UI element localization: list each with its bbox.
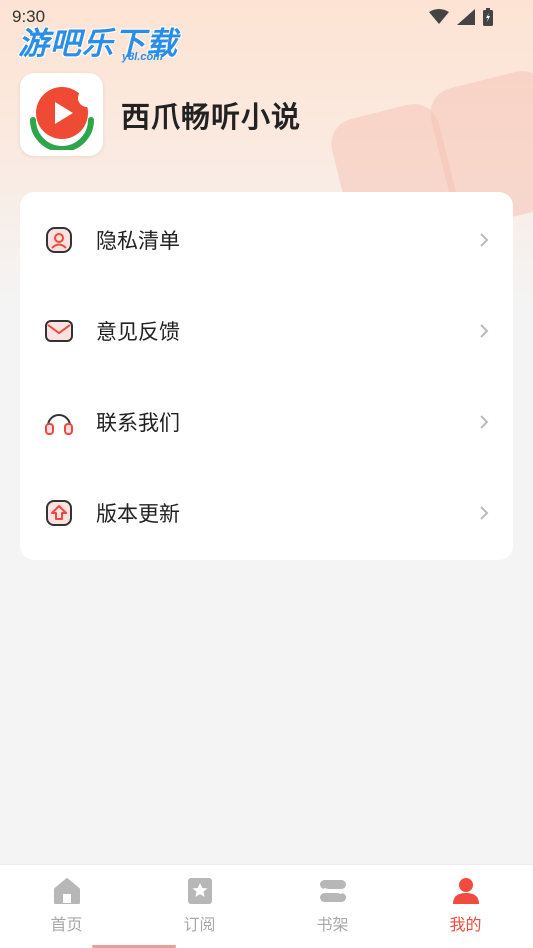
bookshelf-icon — [319, 880, 346, 902]
update-arrow-icon — [46, 499, 72, 526]
menu-label: 版本更新 — [96, 501, 180, 526]
settings-menu-card: 隐私清单 意见反馈 联系我们 版本更新 — [20, 192, 513, 560]
signal-icon — [457, 9, 475, 25]
profile-icon — [452, 878, 479, 904]
nav-label: 订阅 — [183, 915, 216, 934]
menu-item-feedback[interactable]: 意见反馈 — [20, 285, 513, 376]
privacy-list-icon — [46, 226, 72, 253]
nav-tab-mine[interactable]: 我的 — [399, 865, 532, 948]
menu-item-privacy-list[interactable]: 隐私清单 — [20, 194, 513, 285]
bottom-navigation: 首页 订阅 书架 我的 — [0, 864, 533, 948]
app-header: 西爪畅听小说 — [20, 73, 301, 156]
nav-label: 我的 — [449, 915, 482, 934]
app-name: 西爪畅听小说 — [121, 99, 302, 134]
app-logo — [20, 73, 103, 156]
menu-item-version-update[interactable]: 版本更新 — [20, 467, 513, 558]
battery-icon — [483, 8, 493, 26]
chevron-right-icon — [480, 505, 489, 520]
nav-tab-bookshelf[interactable]: 书架 — [266, 865, 399, 948]
menu-label: 隐私清单 — [96, 228, 180, 253]
menu-label: 联系我们 — [96, 410, 180, 435]
watermark-domain: y8l.com — [122, 51, 163, 63]
chevron-right-icon — [480, 323, 489, 338]
nav-label: 首页 — [50, 915, 83, 934]
bookmark-star-icon — [187, 878, 212, 904]
home-icon — [53, 878, 80, 904]
menu-label: 意见反馈 — [96, 319, 180, 344]
feedback-mail-icon — [45, 319, 73, 342]
menu-item-contact-us[interactable]: 联系我们 — [20, 376, 513, 467]
nav-tab-home[interactable]: 首页 — [0, 865, 133, 948]
headset-icon — [45, 413, 73, 435]
watermelon-play-icon — [29, 86, 96, 150]
chevron-right-icon — [480, 414, 489, 429]
nav-tab-subscribe[interactable]: 订阅 — [133, 865, 266, 948]
chevron-right-icon — [480, 232, 489, 247]
wifi-icon — [429, 9, 449, 24]
status-icons — [429, 8, 493, 26]
nav-label: 书架 — [316, 915, 349, 934]
